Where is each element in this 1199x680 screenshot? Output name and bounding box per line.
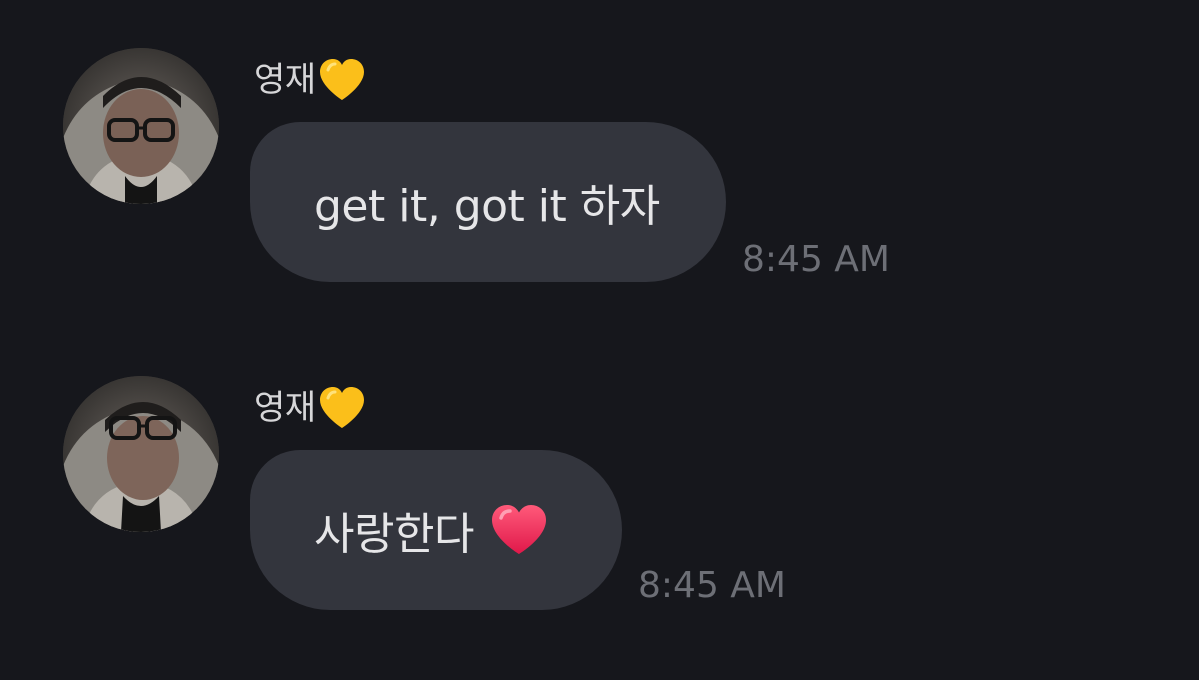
yellow-heart-icon bbox=[319, 59, 364, 100]
avatar[interactable] bbox=[63, 48, 219, 204]
red-heart-icon bbox=[491, 505, 546, 554]
avatar-photo bbox=[63, 48, 219, 204]
message-text: get it, got it 하자 bbox=[314, 181, 660, 232]
avatar[interactable] bbox=[63, 376, 219, 532]
message-timestamp: 8:45 AM bbox=[638, 565, 786, 606]
yellow-heart-icon bbox=[319, 387, 364, 428]
message-text: 사랑한다 bbox=[314, 509, 474, 560]
message-bubble[interactable]: get it, got it 하자 bbox=[250, 122, 726, 282]
message-timestamp: 8:45 AM bbox=[742, 239, 890, 280]
message-bubble[interactable]: 사랑한다 bbox=[250, 450, 622, 610]
sender-name-row: 영재 bbox=[254, 386, 366, 430]
message-group: 영재 get it, got it 하자 8:45 AM bbox=[0, 48, 1199, 288]
avatar-photo bbox=[63, 376, 219, 532]
sender-name: 영재 bbox=[254, 388, 316, 428]
sender-name-row: 영재 bbox=[254, 58, 366, 102]
sender-name: 영재 bbox=[254, 60, 316, 100]
message-group: 영재 사랑한다 8:45 AM bbox=[0, 376, 1199, 616]
